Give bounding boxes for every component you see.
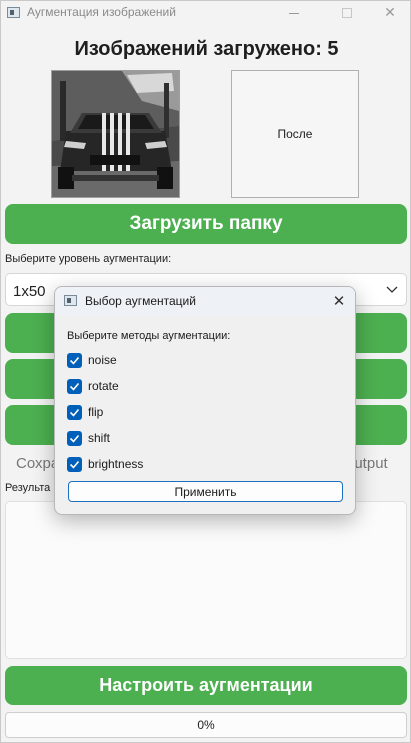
after-label: После xyxy=(277,127,313,141)
minimize-icon xyxy=(289,12,299,14)
checkbox-checked-icon[interactable] xyxy=(67,404,82,420)
window-close-button[interactable]: ✕ xyxy=(367,1,411,25)
dialog-titlebar[interactable]: Выбор аугментаций ✕ xyxy=(55,287,355,315)
app-icon xyxy=(7,7,20,18)
save-path-text: Сохра xyxy=(16,455,60,472)
checkbox-checked-icon[interactable] xyxy=(67,456,82,472)
before-image-preview xyxy=(51,70,180,198)
dialog-title: Выбор аугментаций xyxy=(85,294,196,308)
results-area[interactable] xyxy=(5,501,407,659)
chevron-down-icon xyxy=(386,286,398,293)
augmentation-level-label: Выберите уровень аугментации: xyxy=(5,253,172,265)
maximize-icon xyxy=(342,8,352,18)
load-folder-button[interactable]: Загрузить папку xyxy=(5,204,407,244)
minimize-button[interactable] xyxy=(271,1,317,25)
results-label: Результа xyxy=(5,482,51,494)
checkbox-checked-icon[interactable] xyxy=(67,430,82,446)
checkbox-label: flip xyxy=(88,405,104,419)
augmentation-level-value: 1x50 xyxy=(13,283,46,300)
checkbox-label: brightness xyxy=(88,457,144,471)
dialog-close-button[interactable]: ✕ xyxy=(327,290,351,312)
checkbox-label: rotate xyxy=(88,379,119,393)
window-title: Аугментация изображений xyxy=(27,5,176,19)
main-window: Аугментация изображений ✕ Изображений за… xyxy=(0,0,411,743)
checkbox-checked-icon[interactable] xyxy=(67,378,82,394)
augmentation-dialog: Выбор аугментаций ✕ Выберите методы аугм… xyxy=(54,286,356,515)
checkbox-flip[interactable]: flip xyxy=(67,403,103,421)
checkbox-noise[interactable]: noise xyxy=(67,351,117,369)
maximize-button[interactable] xyxy=(324,1,370,25)
checkbox-checked-icon[interactable] xyxy=(67,352,82,368)
dialog-prompt: Выберите методы аугментации: xyxy=(67,330,231,342)
checkbox-brightness[interactable]: brightness xyxy=(67,455,143,473)
checkbox-shift[interactable]: shift xyxy=(67,429,110,447)
progress-text: 0% xyxy=(197,718,215,732)
car-photo xyxy=(52,71,179,197)
window-titlebar[interactable]: Аугментация изображений ✕ xyxy=(1,1,410,25)
checkbox-label: noise xyxy=(88,353,117,367)
dialog-app-icon xyxy=(64,295,77,306)
after-image-preview: После xyxy=(231,70,359,198)
apply-button[interactable]: Применить xyxy=(68,481,343,502)
loaded-count-title: Изображений загружено: 5 xyxy=(74,38,339,60)
checkbox-rotate[interactable]: rotate xyxy=(67,377,119,395)
configure-augmentations-button[interactable]: Настроить аугментации xyxy=(5,666,407,705)
progress-bar: 0% xyxy=(5,712,407,738)
checkbox-label: shift xyxy=(88,431,111,445)
